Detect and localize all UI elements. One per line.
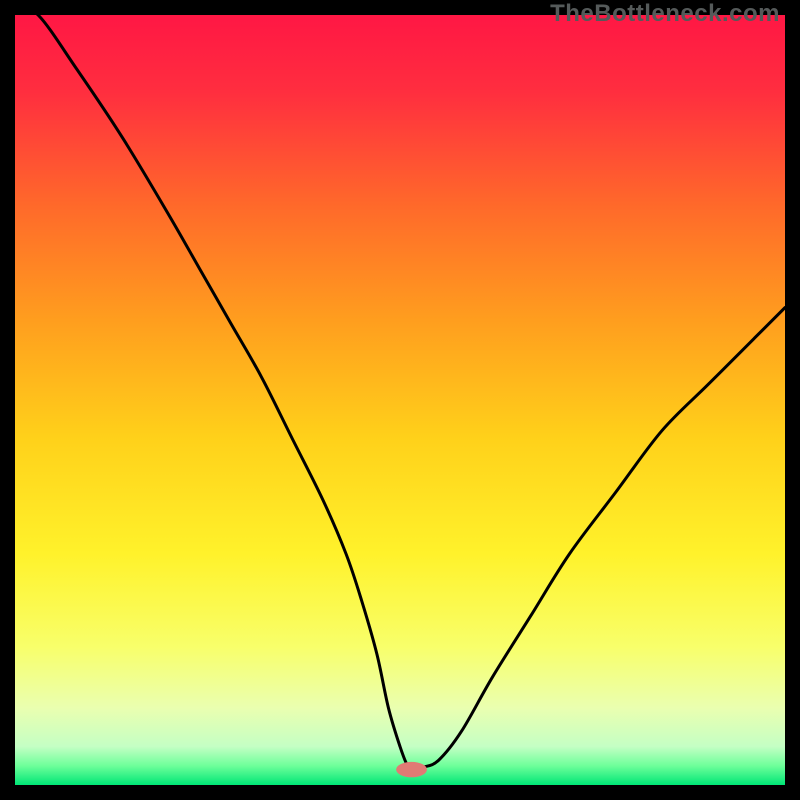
bottleneck-chart — [15, 15, 785, 785]
gradient-background — [15, 15, 785, 785]
watermark-text: TheBottleneck.com — [550, 0, 780, 28]
plot-area — [15, 15, 785, 785]
chart-stage: TheBottleneck.com — [0, 0, 800, 800]
optimal-marker — [396, 762, 427, 777]
